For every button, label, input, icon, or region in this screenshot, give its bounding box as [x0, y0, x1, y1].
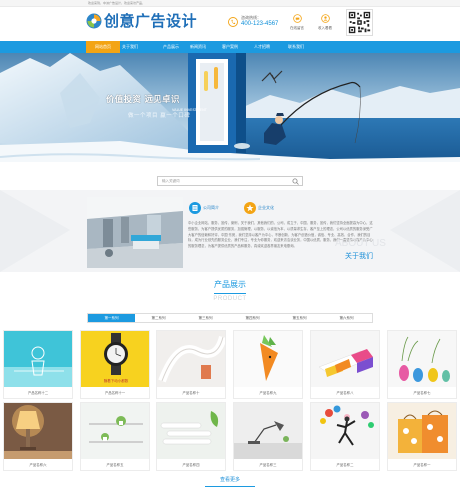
- products-title: 产品展示: [214, 280, 246, 289]
- search-placeholder: 输入关键词: [162, 179, 180, 183]
- product-image: [4, 331, 72, 387]
- product-name[interactable]: 产品名称十一: [81, 389, 149, 397]
- welcome-text: 欢迎来到，中洲广告设计，欢迎来访产品，: [88, 1, 146, 5]
- product-name[interactable]: 产品名称五: [81, 461, 149, 469]
- product-name[interactable]: 产品名称四: [157, 461, 225, 469]
- logo-text[interactable]: 创意广告设计: [104, 11, 197, 31]
- nav-item-news[interactable]: 新闻资讯: [181, 41, 215, 53]
- tab-series-6[interactable]: 第六系列: [323, 314, 370, 322]
- main-nav: 网站首页 关于我们 产品展示 新闻资讯 客户案例 人才招聘 联系我们: [0, 41, 460, 53]
- banner-image: [0, 53, 460, 162]
- product-name[interactable]: 产品名称七: [388, 389, 456, 397]
- product-image: [157, 403, 225, 459]
- logo-icon[interactable]: [86, 13, 102, 29]
- product-card[interactable]: 随着下动小都数 产品名称十一: [80, 330, 150, 399]
- phone-icon: [228, 17, 238, 27]
- tab-series-2[interactable]: 第二系列: [135, 314, 182, 322]
- product-card[interactable]: 产品名称十二: [3, 330, 73, 399]
- view-more-link[interactable]: 查看更多: [0, 477, 460, 484]
- product-card[interactable]: 产品名称四: [156, 402, 226, 471]
- product-card[interactable]: 产品名称九: [233, 330, 303, 399]
- product-image: [81, 403, 149, 459]
- product-image: [157, 331, 225, 387]
- message-label[interactable]: 在线留言: [282, 26, 312, 30]
- message-icon[interactable]: [293, 14, 302, 23]
- tab-series-1[interactable]: 第一系列: [88, 314, 135, 322]
- products-subtitle: PRODUCT: [213, 296, 247, 302]
- tab-series-3[interactable]: 第三系列: [182, 314, 229, 322]
- product-image: 随着下动小都数: [81, 331, 149, 387]
- corporate-culture-label[interactable]: 企业文化: [258, 204, 274, 212]
- product-card[interactable]: 产品名称三: [233, 402, 303, 471]
- product-image: [388, 403, 456, 459]
- product-image: [311, 403, 379, 459]
- product-name[interactable]: 产品名称六: [4, 461, 72, 469]
- view-more-underline: [205, 486, 255, 487]
- hotline-label: 咨询热线：: [241, 15, 261, 20]
- banner-slogan-sub: 做一个项目 赢一个口碑: [128, 113, 191, 119]
- user-icon[interactable]: [321, 14, 330, 23]
- product-name[interactable]: 产品名称十二: [4, 389, 72, 397]
- nav-item-contact[interactable]: 联系我们: [279, 41, 313, 53]
- product-name[interactable]: 产品名称一: [388, 461, 456, 469]
- product-name[interactable]: 产品名称二: [311, 461, 379, 469]
- search-icon[interactable]: [292, 178, 299, 185]
- product-card[interactable]: 产品名称二: [310, 402, 380, 471]
- product-card[interactable]: 产品名称六: [3, 402, 73, 471]
- product-image: [234, 331, 302, 387]
- about-more-link[interactable]: 关于我们: [345, 251, 373, 261]
- products-title-underline: [214, 293, 246, 294]
- hero-banner[interactable]: [0, 53, 460, 162]
- banner-slogan: 价值投资 远见卓识: [106, 95, 180, 105]
- qr-code-icon: [346, 9, 373, 36]
- product-name[interactable]: 产品名称九: [234, 389, 302, 397]
- product-card[interactable]: 产品名称十: [156, 330, 226, 399]
- product-name[interactable]: 产品名称十: [157, 389, 225, 397]
- product-card[interactable]: 产品名称五: [80, 402, 150, 471]
- about-watermark: ABOUT US: [335, 238, 386, 249]
- product-tabs: 第一系列 第二系列 第三系列 第四系列 第五系列 第六系列: [87, 313, 373, 323]
- product-name[interactable]: 产品名称八: [311, 389, 379, 397]
- product-image: [388, 331, 456, 387]
- company-profile-label[interactable]: 公司简介: [203, 204, 219, 212]
- product-card[interactable]: 产品名称八: [310, 330, 380, 399]
- about-image: [87, 197, 183, 268]
- banner-slogan-en: VALUE INVESTMENT: [172, 108, 207, 112]
- watch-caption: 随着下动小都数: [104, 378, 129, 383]
- tab-series-5[interactable]: 第五系列: [276, 314, 323, 322]
- product-card[interactable]: 产品名称一: [387, 402, 457, 471]
- nav-item-about[interactable]: 关于我们: [113, 41, 147, 53]
- top-bar: 欢迎来到，中洲广告设计，欢迎来访产品，: [0, 0, 460, 7]
- tab-series-4[interactable]: 第四系列: [229, 314, 276, 322]
- product-card[interactable]: 产品名称七: [387, 330, 457, 399]
- hotline-number[interactable]: 400-123-4567: [241, 21, 278, 28]
- product-image: [234, 403, 302, 459]
- company-profile-icon[interactable]: [189, 202, 201, 214]
- product-image: [4, 403, 72, 459]
- corporate-culture-icon[interactable]: [244, 202, 256, 214]
- nav-item-jobs[interactable]: 人才招聘: [245, 41, 279, 53]
- product-name[interactable]: 产品名称三: [234, 461, 302, 469]
- product-image: [311, 331, 379, 387]
- user-label[interactable]: 收入看看: [310, 26, 340, 30]
- nav-item-cases[interactable]: 客户案例: [213, 41, 247, 53]
